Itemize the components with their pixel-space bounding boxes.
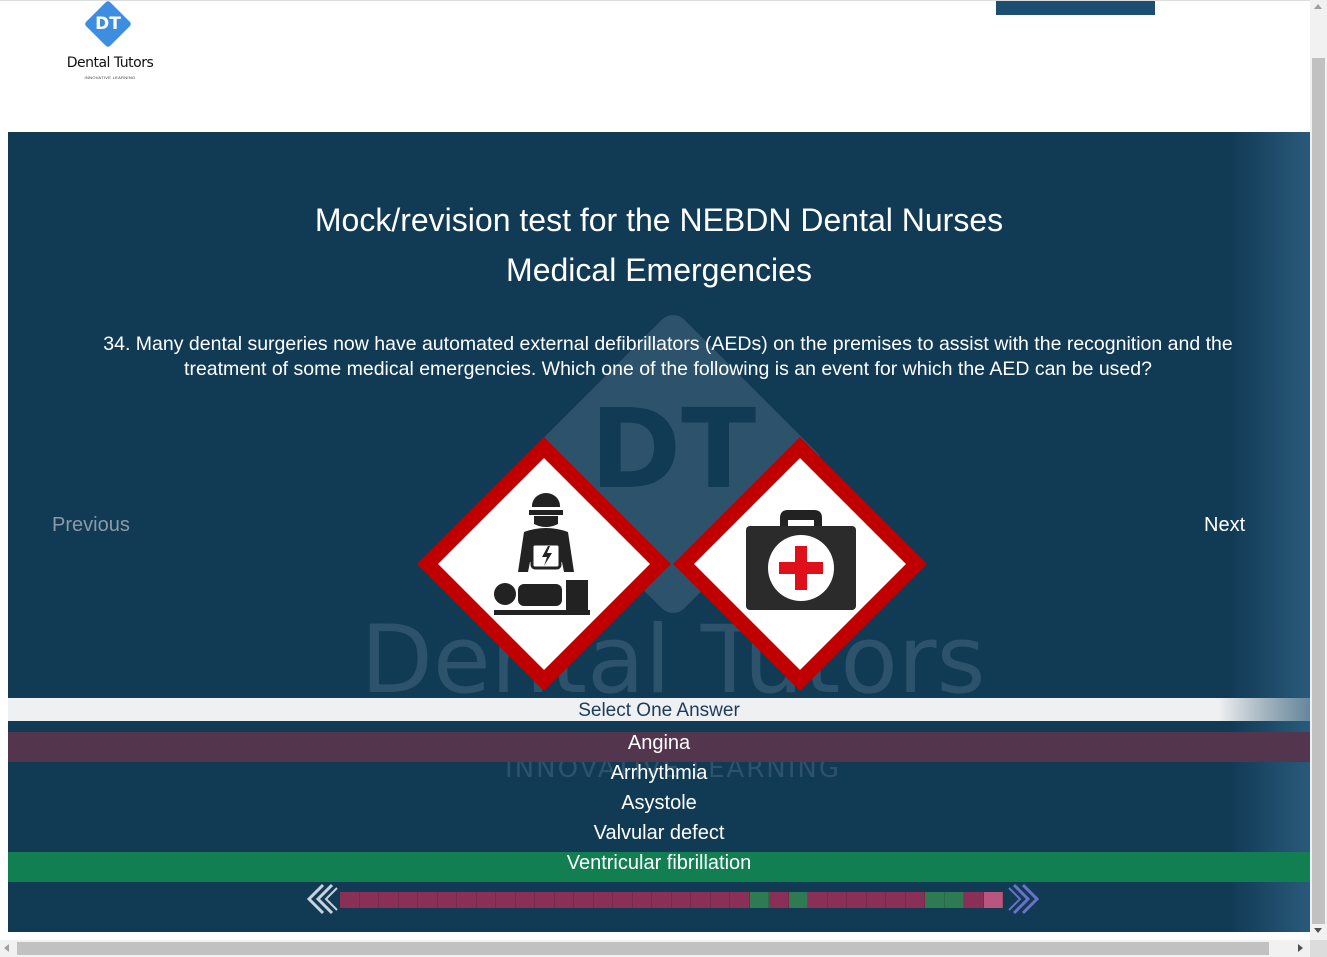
progress-tracker (340, 892, 1003, 908)
progress-segment[interactable] (496, 892, 516, 908)
scroll-left-arrow-icon[interactable] (4, 944, 9, 952)
quiz-panel: DT Dental Tutors INNOVATIVE LEARNING Moc… (8, 132, 1310, 932)
progress-segment[interactable] (749, 892, 769, 908)
question-text: 34. Many dental surgeries now have autom… (103, 333, 1233, 380)
logo-initials: DT (95, 14, 121, 34)
progress-forward-chevron-icon[interactable] (1008, 882, 1040, 916)
progress-segment[interactable] (886, 892, 906, 908)
progress-segment[interactable] (398, 892, 418, 908)
answer-option-angina[interactable]: Angina (8, 732, 1310, 762)
progress-segment[interactable] (866, 892, 886, 908)
top-header: DT Dental Tutors INNOVATIVE LEARNING (0, 0, 1310, 133)
progress-segment[interactable] (710, 892, 730, 908)
select-one-answer-label: Select One Answer (8, 698, 1310, 721)
progress-segment[interactable] (769, 892, 789, 908)
progress-segment[interactable] (379, 892, 399, 908)
progress-segment[interactable] (925, 892, 945, 908)
vertical-scroll-thumb[interactable] (1312, 58, 1325, 924)
top-accent-strip (996, 1, 1155, 15)
progress-segment[interactable] (593, 892, 613, 908)
progress-segment[interactable] (418, 892, 438, 908)
horizontal-scroll-thumb[interactable] (17, 942, 1269, 955)
scroll-right-arrow-icon[interactable] (1298, 944, 1303, 952)
progress-segment[interactable] (983, 892, 1003, 908)
progress-segment[interactable] (808, 892, 828, 908)
progress-segment[interactable] (515, 892, 535, 908)
progress-segment[interactable] (554, 892, 574, 908)
question-illustration (417, 437, 927, 691)
progress-segment[interactable] (827, 892, 847, 908)
progress-segment[interactable] (632, 892, 652, 908)
progress-segment[interactable] (613, 892, 633, 908)
next-button[interactable]: Next (1204, 514, 1245, 537)
quiz-title: Mock/revision test for the NEBDN Dental … (314, 202, 1004, 238)
scroll-up-arrow-icon[interactable] (1314, 4, 1322, 9)
progress-segment[interactable] (944, 892, 964, 908)
progress-segment[interactable] (905, 892, 925, 908)
progress-segment[interactable] (476, 892, 496, 908)
progress-segment[interactable] (730, 892, 750, 908)
answer-option-ventricular-fibrillation[interactable]: Ventricular fibrillation (8, 852, 1310, 882)
progress-segment[interactable] (652, 892, 672, 908)
progress-segment[interactable] (574, 892, 594, 908)
progress-segment[interactable] (359, 892, 379, 908)
scroll-down-arrow-icon[interactable] (1314, 928, 1322, 933)
previous-button[interactable]: Previous (52, 514, 130, 537)
horizontal-scrollbar[interactable] (0, 940, 1310, 957)
quiz-subtitle: Medical Emergencies (506, 252, 812, 288)
progress-segment[interactable] (437, 892, 457, 908)
progress-segment[interactable] (457, 892, 477, 908)
answer-option-valvular-defect[interactable]: Valvular defect (8, 822, 1310, 852)
answer-option-asystole[interactable]: Asystole (8, 792, 1310, 822)
logo-brand-name: Dental Tutors (66, 55, 154, 71)
progress-segment[interactable] (964, 892, 984, 908)
defibrillator-sign-icon (417, 437, 671, 691)
progress-segment[interactable] (691, 892, 711, 908)
scrollbar-corner (1310, 940, 1327, 957)
progress-segment[interactable] (340, 892, 360, 908)
progress-segment[interactable] (788, 892, 808, 908)
progress-back-chevron-icon[interactable] (306, 882, 338, 916)
progress-segment[interactable] (847, 892, 867, 908)
progress-segment[interactable] (671, 892, 691, 908)
logo-tagline: INNOVATIVE LEARNING (84, 75, 136, 80)
dental-tutors-logo[interactable]: DT Dental Tutors INNOVATIVE LEARNING (62, 0, 158, 83)
first-aid-kit-sign-icon (673, 437, 927, 691)
vertical-scrollbar[interactable] (1310, 0, 1327, 940)
answer-option-arrhythmia[interactable]: Arrhythmia (8, 762, 1310, 792)
progress-segment[interactable] (535, 892, 555, 908)
